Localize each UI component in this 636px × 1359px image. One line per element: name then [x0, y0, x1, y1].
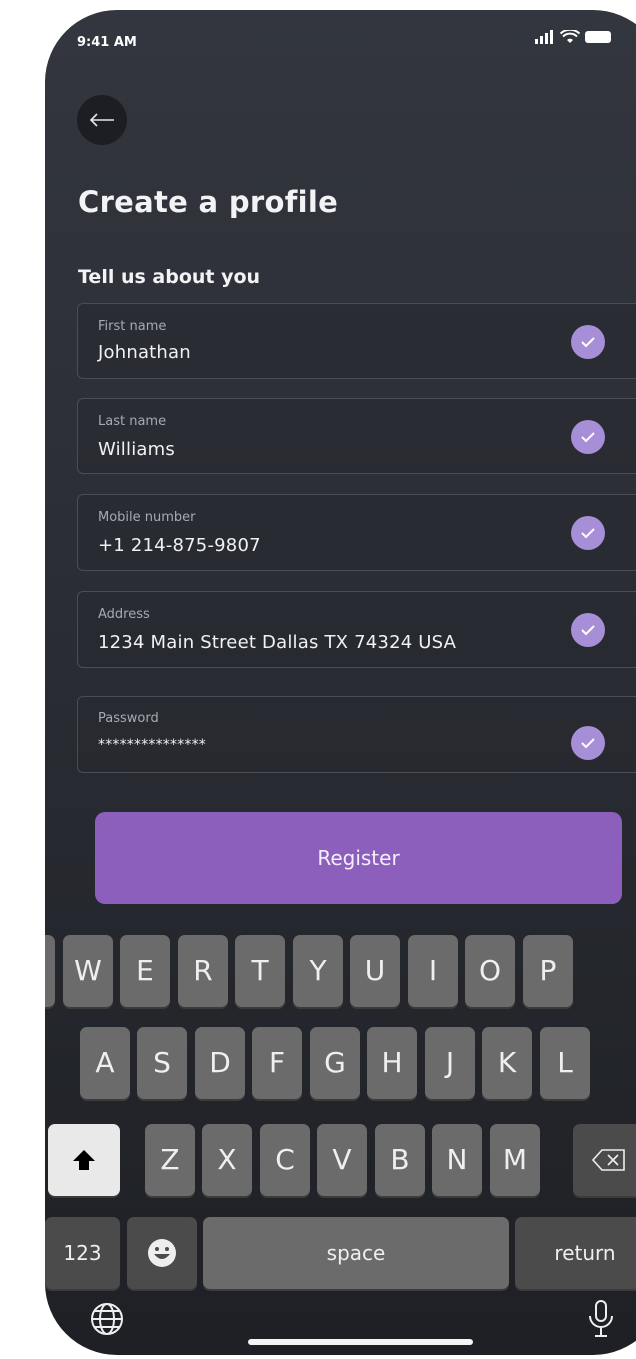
key-j[interactable]: J: [425, 1027, 475, 1099]
space-key[interactable]: space: [203, 1217, 509, 1289]
key-z[interactable]: Z: [145, 1124, 195, 1196]
field-label: First name: [98, 319, 167, 334]
delete-icon: [591, 1149, 625, 1171]
key-d[interactable]: D: [195, 1027, 245, 1099]
field-value: Johnathan: [98, 342, 191, 363]
key-y[interactable]: Y: [293, 935, 343, 1007]
back-button[interactable]: [77, 95, 127, 145]
key-g[interactable]: G: [310, 1027, 360, 1099]
address-field[interactable]: Address 1234 Main Street Dallas TX 74324…: [77, 591, 636, 668]
password-field[interactable]: Password ***************: [77, 696, 636, 773]
first-name-field[interactable]: First name Johnathan: [77, 303, 636, 379]
field-value: Williams: [98, 439, 175, 460]
return-key[interactable]: return: [515, 1217, 636, 1289]
signal-icon: [535, 30, 553, 44]
checkmark-icon: [571, 516, 605, 550]
checkmark-icon: [571, 726, 605, 760]
register-button[interactable]: Register: [95, 812, 622, 904]
home-indicator: [248, 1339, 473, 1345]
checkmark-icon: [571, 325, 605, 359]
key-x[interactable]: X: [202, 1124, 252, 1196]
key-q[interactable]: Q: [45, 935, 55, 1007]
delete-key[interactable]: [573, 1124, 636, 1196]
section-subtitle: Tell us about you: [78, 266, 261, 288]
status-icons: [535, 30, 615, 44]
mobile-number-field[interactable]: Mobile number +1 214-875-9807: [77, 494, 636, 571]
key-l[interactable]: L: [540, 1027, 590, 1099]
checkmark-icon: [571, 420, 605, 454]
microphone-icon[interactable]: [588, 1300, 614, 1338]
emoji-icon: [148, 1239, 176, 1267]
keyboard: Q W E R T Y U I O P A S D F G H J K L Z …: [45, 920, 636, 1355]
page-title: Create a profile: [78, 185, 339, 219]
key-k[interactable]: K: [482, 1027, 532, 1099]
shift-icon: [73, 1150, 95, 1170]
emoji-key[interactable]: [127, 1217, 197, 1289]
key-t[interactable]: T: [235, 935, 285, 1007]
wifi-icon: [560, 30, 580, 43]
key-f[interactable]: F: [252, 1027, 302, 1099]
key-h[interactable]: H: [367, 1027, 417, 1099]
key-c[interactable]: C: [260, 1124, 310, 1196]
key-u[interactable]: U: [350, 935, 400, 1007]
battery-icon: [585, 31, 611, 43]
key-s[interactable]: S: [137, 1027, 187, 1099]
key-a[interactable]: A: [80, 1027, 130, 1099]
field-label: Mobile number: [98, 510, 196, 525]
field-label: Address: [98, 607, 150, 622]
status-time: 9:41 AM: [77, 35, 137, 50]
field-value: 1234 Main Street Dallas TX 74324 USA: [98, 632, 457, 653]
field-value: ***************: [98, 737, 206, 753]
key-r[interactable]: R: [178, 935, 228, 1007]
shift-key[interactable]: [48, 1124, 120, 1196]
key-e[interactable]: E: [120, 935, 170, 1007]
key-p[interactable]: P: [523, 935, 573, 1007]
key-m[interactable]: M: [490, 1124, 540, 1196]
arrow-left-icon: [89, 113, 114, 127]
phone-screen: 9:41 AM Create a profile Tell us about y…: [45, 10, 636, 1355]
key-v[interactable]: V: [317, 1124, 367, 1196]
numbers-key[interactable]: 123: [45, 1217, 120, 1289]
key-o[interactable]: O: [465, 935, 515, 1007]
last-name-field[interactable]: Last name Williams: [77, 398, 636, 474]
key-i[interactable]: I: [408, 935, 458, 1007]
key-w[interactable]: W: [63, 935, 113, 1007]
key-n[interactable]: N: [432, 1124, 482, 1196]
field-value: +1 214-875-9807: [98, 535, 261, 556]
checkmark-icon: [571, 613, 605, 647]
globe-icon[interactable]: [90, 1302, 124, 1336]
field-label: Last name: [98, 414, 167, 429]
field-label: Password: [98, 711, 159, 726]
key-b[interactable]: B: [375, 1124, 425, 1196]
